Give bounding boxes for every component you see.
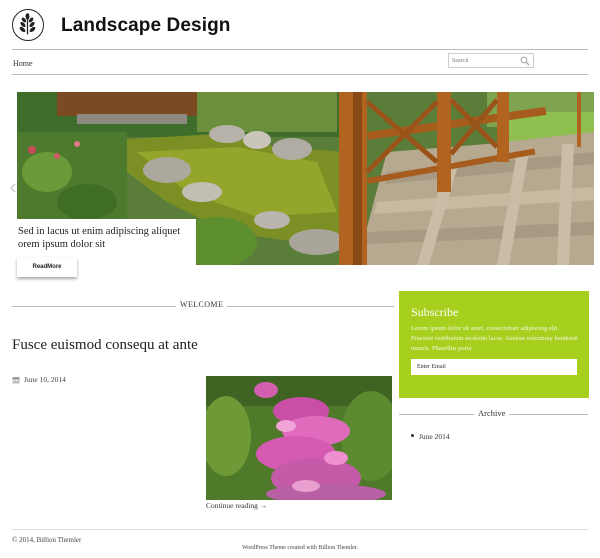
footer-divider bbox=[12, 529, 588, 530]
subscribe-widget: Subscribe Lorem ipsum dolor sit amet, co… bbox=[399, 291, 589, 398]
nav-divider bbox=[12, 74, 588, 75]
search-input[interactable] bbox=[452, 55, 514, 66]
section-heading-welcome: WELCOME bbox=[176, 300, 228, 309]
archive-item-june-2014[interactable]: June 2014 bbox=[419, 432, 450, 441]
readmore-button[interactable]: ReadMore bbox=[17, 257, 77, 277]
archive-heading: Archive bbox=[474, 408, 510, 418]
post-date[interactable]: June 10, 2014 bbox=[24, 375, 66, 384]
search-icon[interactable] bbox=[520, 56, 530, 66]
nav-item-home[interactable]: Home bbox=[13, 59, 33, 68]
post-image[interactable] bbox=[206, 376, 392, 500]
calendar-icon bbox=[12, 377, 20, 384]
subscribe-title: Subscribe bbox=[411, 305, 459, 319]
footer-copyright: © 2014, Billion Themler bbox=[12, 536, 82, 544]
site-title[interactable]: Landscape Design bbox=[61, 15, 230, 37]
slide-caption-text: Sed in lacus ut enim adipiscing aliquet … bbox=[18, 226, 181, 250]
plant-sprig-icon bbox=[19, 13, 36, 35]
chevron-left-icon[interactable] bbox=[9, 183, 17, 193]
search-box[interactable] bbox=[448, 53, 534, 68]
site-logo[interactable] bbox=[12, 9, 44, 41]
post-image-graphic bbox=[206, 376, 392, 500]
archive-bullet bbox=[411, 434, 414, 437]
header-divider bbox=[12, 49, 588, 50]
footer-credit[interactable]: WordPress Theme created with Billion The… bbox=[0, 545, 600, 551]
continue-reading-link[interactable]: Continue reading → bbox=[206, 501, 267, 510]
subscribe-description: Lorem ipsum dolor sit amet, consectetuer… bbox=[411, 325, 578, 352]
email-field[interactable] bbox=[411, 359, 577, 375]
post-title[interactable]: Fusce euismod consequ at ante bbox=[12, 337, 198, 354]
